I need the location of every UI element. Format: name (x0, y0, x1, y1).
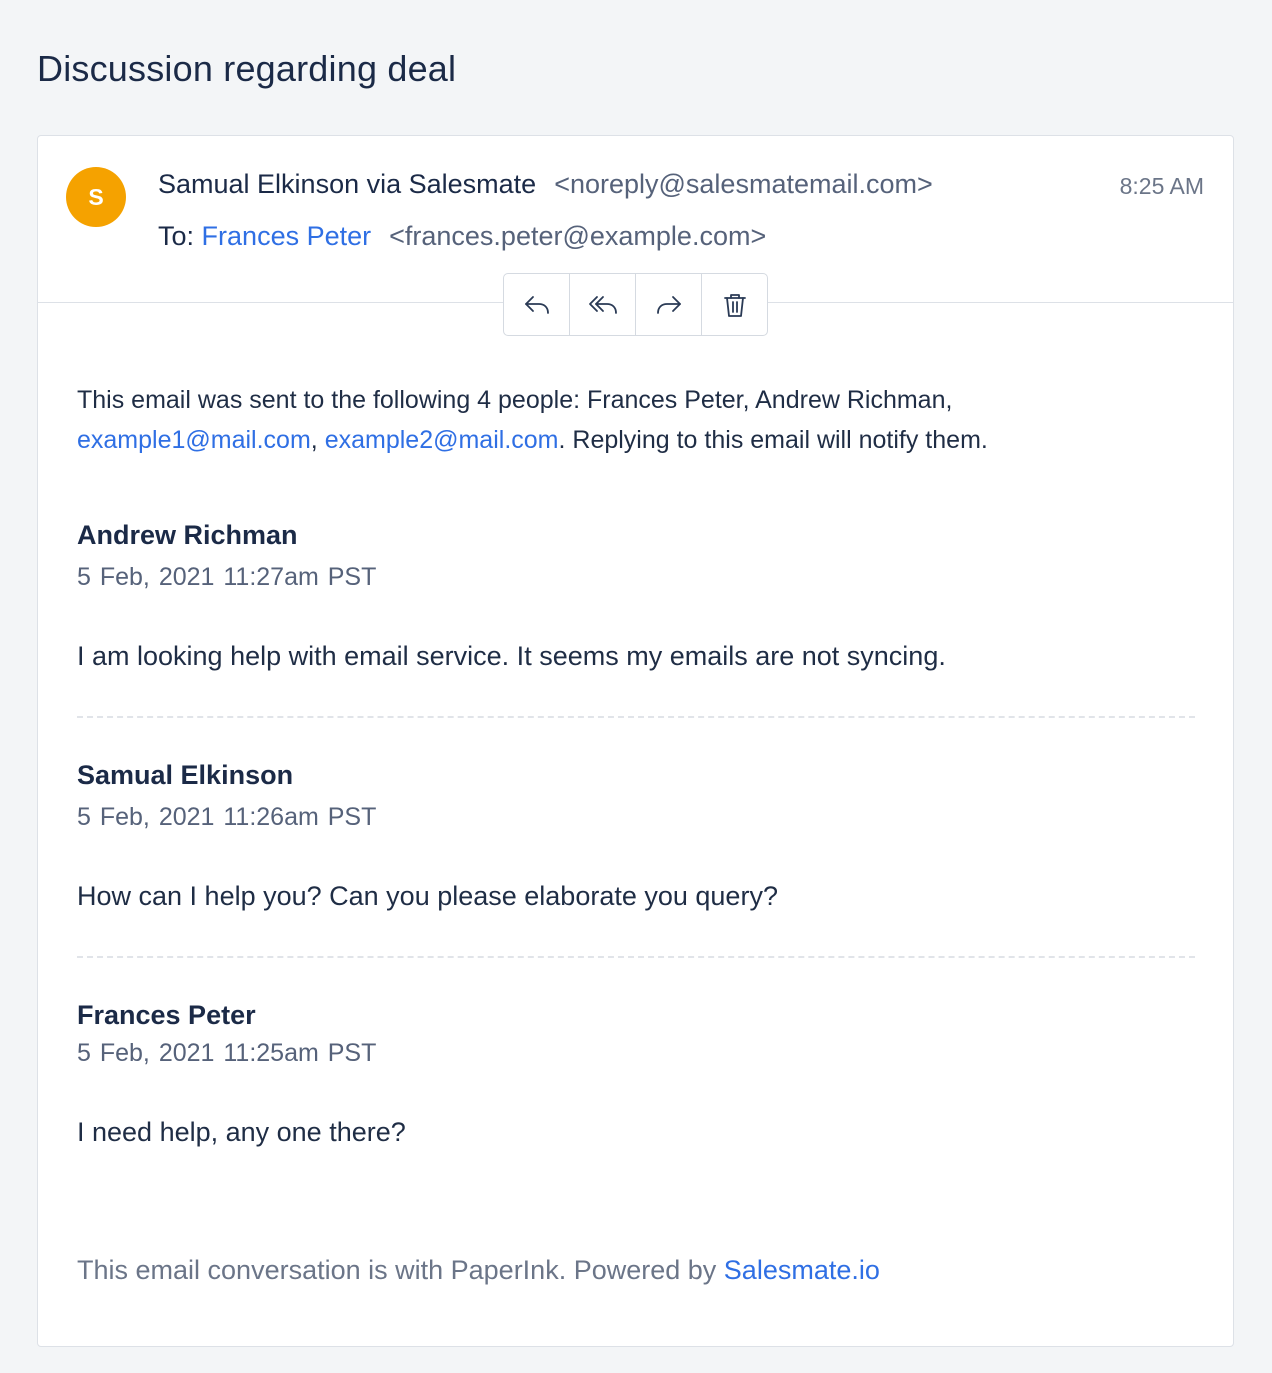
notice-suffix: . Replying to this email will notify the… (558, 426, 988, 454)
message-date: 5 Feb, 2021 11:27am PST (77, 563, 377, 591)
salesmate-link[interactable]: Salesmate.io (724, 1255, 880, 1285)
message-date: 5 Feb, 2021 11:26am PST (77, 803, 377, 831)
to-line: To: Frances Peter <frances.peter@example.… (158, 221, 766, 252)
message-author: Samual Elkinson (77, 760, 294, 790)
message-divider (77, 716, 1195, 718)
forward-icon (656, 295, 681, 314)
reply-all-button[interactable] (570, 274, 636, 335)
message-divider (77, 956, 1195, 958)
reply-button[interactable] (504, 274, 570, 335)
footer: This email conversation is with PaperInk… (77, 1255, 880, 1286)
message-item: Samual Elkinson 5 Feb, 2021 11:26am PST (77, 760, 1195, 832)
message-body: I am looking help with email service. It… (77, 641, 946, 671)
sender-email: <noreply@salesmatemail.com> (554, 169, 933, 199)
email-header: S Samual Elkinson via Salesmate <noreply@… (38, 136, 1233, 336)
message-item: Frances Peter 5 Feb, 2021 11:25am PST (77, 1000, 1195, 1068)
reply-all-icon (588, 295, 617, 314)
avatar: S (66, 167, 126, 227)
message-body: How can I help you? Can you please elabo… (77, 881, 778, 911)
email-time: 8:25 AM (1119, 173, 1204, 199)
page-title: Discussion regarding deal (37, 48, 457, 89)
delete-button[interactable] (702, 274, 767, 335)
message-author: Andrew Richman (77, 520, 298, 550)
notice-prefix: This email was sent to the following 4 p… (77, 386, 953, 414)
footer-text: This email conversation is with PaperInk… (77, 1255, 724, 1285)
reply-icon (524, 295, 549, 314)
to-label: To: (158, 221, 195, 251)
recipients-notice: This email was sent to the following 4 p… (77, 380, 1197, 460)
recipient-email: <frances.peter@example.com> (389, 221, 767, 251)
sender-name: Samual Elkinson via Salesmate (158, 169, 537, 199)
recipient-name-link[interactable]: Frances Peter (202, 221, 372, 251)
email-actions-toolbar (503, 273, 768, 336)
forward-button[interactable] (636, 274, 702, 335)
email-card: S Samual Elkinson via Salesmate <noreply@… (37, 135, 1234, 1347)
message-date: 5 Feb, 2021 11:25am PST (77, 1039, 377, 1067)
trash-icon (723, 293, 746, 317)
recipient-link-1[interactable]: example1@mail.com (77, 426, 311, 454)
notice-separator: , (310, 426, 325, 454)
message-body: I need help, any one there? (77, 1117, 406, 1147)
recipient-link-2[interactable]: example2@mail.com (325, 426, 559, 454)
from-line: Samual Elkinson via Salesmate <noreply@sa… (158, 169, 933, 200)
message-item: Andrew Richman 5 Feb, 2021 11:27am PST (77, 520, 1195, 592)
message-author: Frances Peter (77, 1000, 256, 1030)
